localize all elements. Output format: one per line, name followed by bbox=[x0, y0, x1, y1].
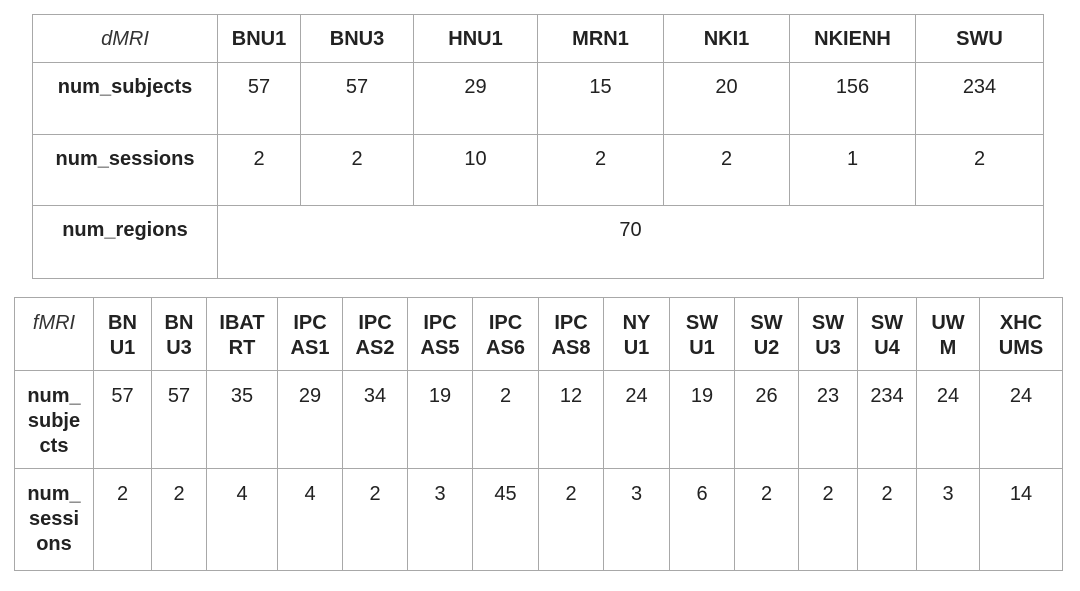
table-cell: 15 bbox=[537, 62, 664, 135]
table-cell: 29 bbox=[277, 370, 343, 469]
row-label: num_sessions bbox=[32, 134, 218, 206]
table-cell: 19 bbox=[669, 370, 735, 469]
table-cell: 156 bbox=[789, 62, 916, 135]
fmri-corner-label: fMRI bbox=[14, 297, 94, 371]
dmri-column-header: NKI1 bbox=[663, 14, 790, 63]
fmri-column-header: SW U4 bbox=[857, 297, 917, 371]
table-cell: 24 bbox=[603, 370, 670, 469]
table-cell: 34 bbox=[342, 370, 408, 469]
dmri-corner-label: dMRI bbox=[32, 14, 218, 63]
table-cell: 45 bbox=[472, 468, 539, 571]
dmri-table: dMRI BNU1 BNU3 HNU1 MRN1 NKI1 NKIENH SWU… bbox=[32, 14, 1044, 279]
dmri-header-row: dMRI BNU1 BNU3 HNU1 MRN1 NKI1 NKIENH SWU bbox=[32, 14, 1044, 63]
table-cell: 2 bbox=[93, 468, 152, 571]
table-cell: 2 bbox=[734, 468, 799, 571]
dmri-column-header: NKIENH bbox=[789, 14, 916, 63]
table-cell: 57 bbox=[93, 370, 152, 469]
table-cell: 6 bbox=[669, 468, 735, 571]
table-cell: 57 bbox=[217, 62, 301, 135]
table-cell: 4 bbox=[206, 468, 278, 571]
table-cell: 19 bbox=[407, 370, 473, 469]
fmri-column-header: SW U1 bbox=[669, 297, 735, 371]
dmri-subjects-row: num_subjects 57 57 29 15 20 156 234 bbox=[32, 62, 1044, 135]
dmri-column-header: SWU bbox=[915, 14, 1044, 63]
fmri-column-header: BN U3 bbox=[151, 297, 207, 371]
row-label: num_subjects bbox=[32, 62, 218, 135]
table-cell: 24 bbox=[979, 370, 1063, 469]
dmri-column-header: BNU1 bbox=[217, 14, 301, 63]
dmri-regions-row: num_regions 70 bbox=[32, 205, 1044, 279]
row-label: num_regions bbox=[32, 205, 218, 279]
table-cell: 1 bbox=[789, 134, 916, 206]
table-cell: 234 bbox=[857, 370, 917, 469]
table-cell: 2 bbox=[538, 468, 604, 571]
table-cell: 20 bbox=[663, 62, 790, 135]
table-cell: 2 bbox=[151, 468, 207, 571]
fmri-column-header: IBAT RT bbox=[206, 297, 278, 371]
table-cell: 12 bbox=[538, 370, 604, 469]
dmri-column-header: BNU3 bbox=[300, 14, 414, 63]
table-cell: 234 bbox=[915, 62, 1044, 135]
table-cell: 2 bbox=[342, 468, 408, 571]
table-cell: 2 bbox=[472, 370, 539, 469]
table-cell: 4 bbox=[277, 468, 343, 571]
fmri-column-header: IPC AS6 bbox=[472, 297, 539, 371]
fmri-column-header: UW M bbox=[916, 297, 980, 371]
row-label: num_sessions bbox=[14, 468, 94, 571]
fmri-sessions-row: num_ sessi ons 2 2 4 4 2 3 45 2 3 6 2 2 2 … bbox=[14, 468, 1063, 571]
fmri-column-header: IPC AS1 bbox=[277, 297, 343, 371]
table-cell: 2 bbox=[217, 134, 301, 206]
dmri-column-header: MRN1 bbox=[537, 14, 664, 63]
table-cell: 3 bbox=[916, 468, 980, 571]
table-cell: 3 bbox=[603, 468, 670, 571]
table-cell: 14 bbox=[979, 468, 1063, 571]
table-cell: 2 bbox=[537, 134, 664, 206]
fmri-subjects-row: num_ subje cts 57 57 35 29 34 19 2 12 24 1… bbox=[14, 370, 1063, 469]
fmri-column-header: SW U2 bbox=[734, 297, 799, 371]
table-cell: 10 bbox=[413, 134, 538, 206]
table-cell: 2 bbox=[300, 134, 414, 206]
table-cell: 2 bbox=[857, 468, 917, 571]
fmri-header-row: fMRI BN U1 BN U3 IBAT RT IPC AS1 IPC AS2 IPC A… bbox=[14, 297, 1063, 371]
table-cell: 26 bbox=[734, 370, 799, 469]
fmri-column-header: SW U3 bbox=[798, 297, 858, 371]
table-cell: 57 bbox=[151, 370, 207, 469]
table-cell: 2 bbox=[798, 468, 858, 571]
table-cell: 29 bbox=[413, 62, 538, 135]
fmri-column-header: BN U1 bbox=[93, 297, 152, 371]
row-label: num_subjects bbox=[14, 370, 94, 469]
table-cell: 2 bbox=[915, 134, 1044, 206]
fmri-column-header: IPC AS5 bbox=[407, 297, 473, 371]
table-cell: 3 bbox=[407, 468, 473, 571]
table-cell: 2 bbox=[663, 134, 790, 206]
fmri-table: fMRI BN U1 BN U3 IBAT RT IPC AS1 IPC AS2 IPC A… bbox=[14, 297, 1063, 571]
fmri-column-header: XHC UMS bbox=[979, 297, 1063, 371]
fmri-column-header: IPC AS8 bbox=[538, 297, 604, 371]
table-cell: 70 bbox=[217, 205, 1044, 279]
fmri-column-header: NY U1 bbox=[603, 297, 670, 371]
dmri-sessions-row: num_sessions 2 2 10 2 2 1 2 bbox=[32, 134, 1044, 206]
fmri-column-header: IPC AS2 bbox=[342, 297, 408, 371]
dmri-column-header: HNU1 bbox=[413, 14, 538, 63]
table-cell: 23 bbox=[798, 370, 858, 469]
table-cell: 35 bbox=[206, 370, 278, 469]
table-cell: 57 bbox=[300, 62, 414, 135]
table-cell: 24 bbox=[916, 370, 980, 469]
